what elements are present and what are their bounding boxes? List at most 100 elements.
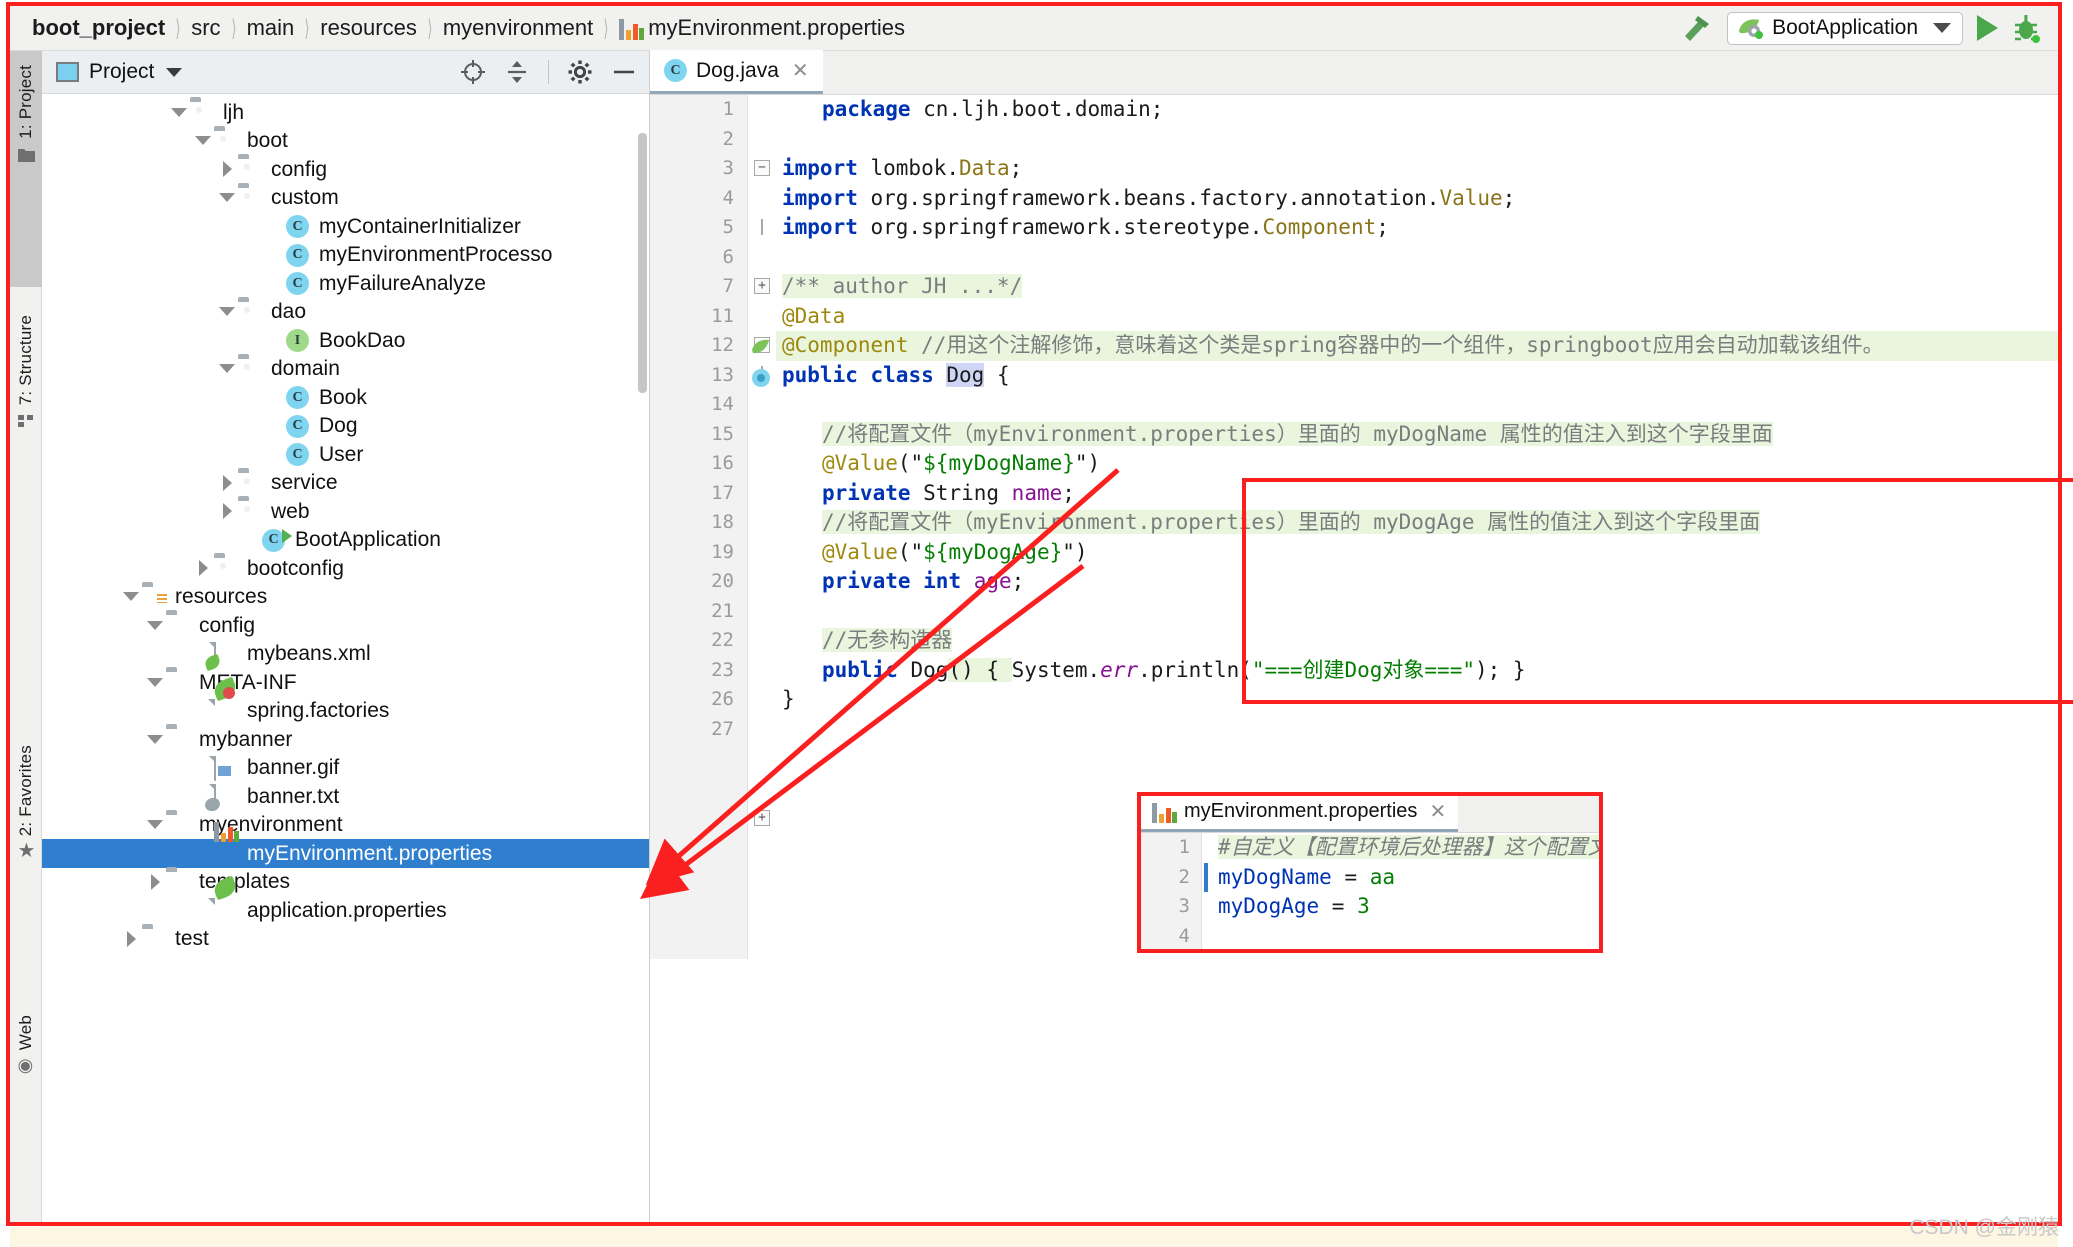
collapse-all-icon[interactable] — [504, 59, 530, 85]
chevron-down-icon[interactable] — [216, 187, 238, 209]
tree-item-domain[interactable]: domain — [42, 355, 649, 384]
editor-tab-dog-java[interactable]: C Dog.java ✕ — [650, 50, 823, 94]
chevron-right-icon[interactable] — [216, 500, 238, 522]
properties-body[interactable]: 1 2 3 4 #自定义【配置环境后处理器】这个配置文件 myDogName = aa… — [1140, 833, 1600, 950]
tree-item-label: boot — [247, 129, 288, 153]
tree-item-dao[interactable]: dao — [42, 298, 649, 327]
tree-item-bookdao[interactable]: I BookDao — [42, 326, 649, 355]
fold-marker-icon[interactable]: − — [754, 160, 770, 176]
chevron-right-icon[interactable] — [144, 871, 166, 893]
properties-editor[interactable]: myEnvironment.properties ✕ 1 2 3 4 #自定义【配置环… — [1140, 795, 1600, 950]
chevron-down-icon[interactable] — [168, 101, 190, 123]
tree-item-web[interactable]: web — [42, 497, 649, 526]
chevron-down-icon[interactable] — [144, 614, 166, 636]
editor-gutter[interactable]: 1 2 3 4 5 6 7 11 12 13 14 15 16 17 18 19 20 21 22 23 26 27 — [650, 95, 748, 1003]
chevron-down-icon[interactable] — [144, 728, 166, 750]
breadcrumb-item-file[interactable]: myEnvironment.properties — [619, 15, 905, 41]
locate-target-icon[interactable] — [460, 59, 486, 85]
fold-marker-icon[interactable]: + — [754, 810, 770, 826]
tree-item-boot[interactable]: boot — [42, 127, 649, 156]
tree-item-meta-inf[interactable]: META-INF — [42, 668, 649, 697]
tree-item-bootapplication[interactable]: C BootApplication — [42, 526, 649, 555]
chevron-down-icon[interactable] — [144, 814, 166, 836]
chevron-down-icon[interactable] — [1933, 23, 1951, 33]
tree-item-label: ljh — [223, 100, 245, 124]
chevron-down-icon[interactable] — [216, 301, 238, 323]
tree-item-templates[interactable]: templates — [42, 868, 649, 897]
code-line-15: //将配置文件（myEnvironment.properties）里面的 myD… — [822, 421, 1773, 446]
tree-item-book[interactable]: C Book — [42, 383, 649, 412]
project-tree-scrollbar[interactable] — [638, 133, 647, 393]
tree-item-config[interactable]: config — [42, 155, 649, 184]
breadcrumb-item-main[interactable]: main — [247, 15, 295, 41]
tree-item-test[interactable]: test — [42, 925, 649, 954]
tree-item-myenvironmentprocesso[interactable]: CmyEnvironmentProcesso — [42, 241, 649, 270]
breadcrumb-item-src[interactable]: src — [191, 15, 220, 41]
gear-icon[interactable] — [567, 59, 593, 85]
tree-item-myfailureanalyze[interactable]: CmyFailureAnalyze — [42, 269, 649, 298]
sidebar-tab-project[interactable]: 1: Project — [10, 51, 42, 287]
chevron-down-icon[interactable] — [166, 67, 183, 77]
close-icon[interactable]: ✕ — [792, 58, 809, 83]
chevron-right-icon[interactable] — [216, 472, 238, 494]
tree-item-myenvironment-properties[interactable]: myEnvironment.properties — [42, 822, 649, 868]
minimize-icon[interactable] — [611, 59, 637, 85]
fold-marker-icon[interactable]: + — [754, 278, 770, 294]
breadcrumb-item-myenvironment[interactable]: myenvironment — [443, 15, 593, 41]
tree-item-user[interactable]: C User — [42, 440, 649, 469]
debug-bug-icon[interactable] — [2012, 13, 2040, 43]
chevron-down-icon[interactable] — [216, 358, 238, 380]
properties-gutter-line-number: 1 — [1178, 836, 1190, 858]
tree-item-config[interactable]: config — [42, 611, 649, 640]
sidebar-tab-favorites[interactable]: 2: Favorites ★ — [10, 731, 42, 971]
tree-item-service[interactable]: service — [42, 469, 649, 498]
tree-item-mybanner[interactable]: mybanner — [42, 725, 649, 754]
tree-item-application-properties[interactable]: application.properties — [42, 876, 649, 925]
folder-icon — [214, 557, 240, 579]
breadcrumb-item-project[interactable]: boot_project — [32, 15, 165, 41]
chevron-down-icon[interactable] — [192, 130, 214, 152]
gutter-line-number: 26 — [711, 688, 734, 710]
fold-marker-column[interactable]: − + − + — [748, 95, 776, 1003]
chevron-right-icon[interactable] — [216, 158, 238, 180]
spring-bean-gutter-icon[interactable] — [750, 338, 772, 360]
tree-item-mybeans-xml[interactable]: < mybeans.xml — [42, 640, 649, 671]
chevron-right-icon[interactable] — [192, 557, 214, 579]
tree-item-myenvironment[interactable]: myenvironment — [42, 811, 649, 840]
sidebar-tab-structure[interactable]: 7: Structure — [10, 301, 42, 551]
tree-item-dog[interactable]: C Dog — [42, 412, 649, 441]
tree-item-banner-gif[interactable]: banner.gif — [42, 754, 649, 783]
run-configuration-selector[interactable]: BootApplication — [1727, 11, 1963, 45]
chevron-down-icon[interactable] — [120, 586, 142, 608]
project-tree[interactable]: ljh boot config custom CmyContainerInitializ… — [42, 94, 649, 953]
tree-item-custom[interactable]: custom — [42, 184, 649, 213]
properties-line-1: #自定义【配置环境后处理器】这个配置文件 — [1218, 833, 1600, 863]
tree-item-spring-factories[interactable]: spring.factories — [42, 676, 649, 726]
tree-item-label: myFailureAnalyze — [319, 271, 486, 295]
tree-item-ljh[interactable]: ljh — [42, 98, 649, 127]
hammer-icon[interactable] — [1679, 12, 1713, 44]
spring-bean-gutter-icon[interactable] — [750, 367, 772, 389]
gutter-line-number: 12 — [711, 334, 734, 356]
chevron-down-icon[interactable] — [144, 671, 166, 693]
tree-item-label: User — [319, 442, 364, 466]
folder-icon — [238, 472, 264, 494]
spring-file-icon — [211, 876, 240, 921]
properties-content[interactable]: #自定义【配置环境后处理器】这个配置文件 myDogName = aa myDo… — [1204, 833, 1600, 950]
breadcrumb-item-resources[interactable]: resources — [320, 15, 417, 41]
tree-item-banner-txt[interactable]: banner.txt — [42, 782, 649, 814]
tree-item-mycontainerinitializer[interactable]: CmyContainerInitializer — [42, 212, 649, 241]
code-line-22: //无参构造器 — [822, 628, 953, 652]
resources-folder-icon — [142, 586, 168, 608]
tree-item-resources[interactable]: resources — [42, 583, 649, 612]
tree-item-bootconfig[interactable]: bootconfig — [42, 554, 649, 583]
sidebar-tab-web[interactable]: Web ◉ — [10, 1001, 42, 1151]
breadcrumb-separator-icon: ⟩ — [231, 14, 237, 41]
java-interface-icon: I — [286, 329, 312, 353]
properties-editor-tab[interactable]: myEnvironment.properties ✕ — [1140, 795, 1459, 832]
gutter-line-number: 20 — [711, 570, 734, 592]
close-icon[interactable]: ✕ — [1429, 799, 1446, 824]
run-play-icon[interactable] — [1977, 15, 1998, 41]
chevron-right-icon[interactable] — [120, 928, 142, 950]
folder-icon — [17, 147, 35, 162]
